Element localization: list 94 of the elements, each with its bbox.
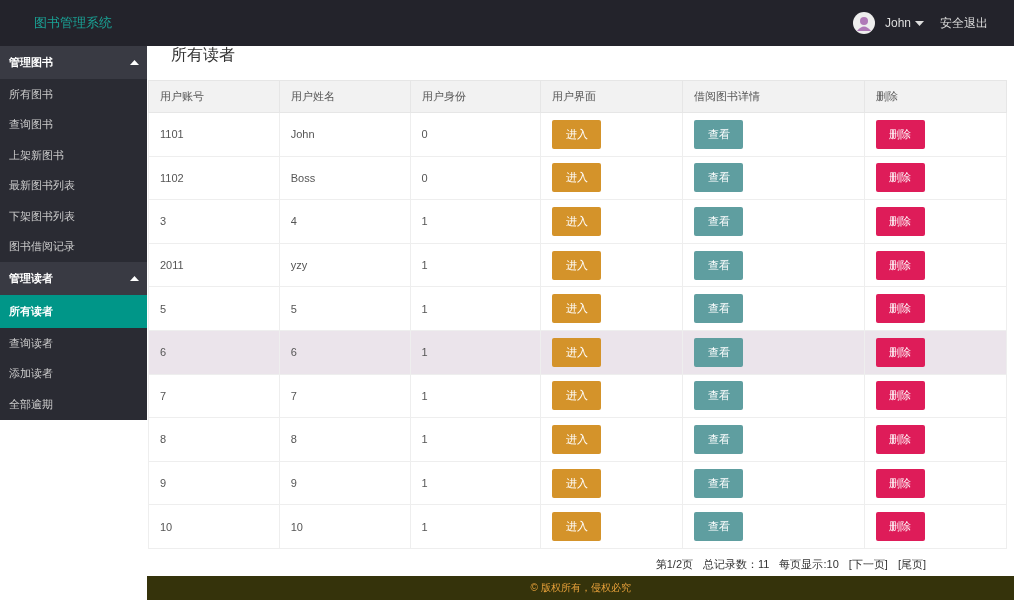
enter-button[interactable]: 进入 (552, 250, 602, 280)
enter-button[interactable]: 进入 (552, 294, 602, 324)
sidebar-item[interactable]: 下架图书列表 (0, 201, 147, 232)
user-menu[interactable]: John (884, 16, 924, 30)
table-cell: 0 (410, 156, 541, 200)
table-cell: 2011 (148, 243, 280, 287)
enter-button[interactable]: 进入 (552, 207, 602, 236)
table-cell: 10 (148, 504, 280, 549)
enter-button[interactable]: 进入 (552, 381, 602, 411)
total-count: 总记录数：11 (703, 557, 770, 572)
view-button[interactable]: 查看 (694, 381, 744, 411)
enter-button[interactable]: 进入 (552, 163, 602, 193)
column-header: 用户账号 (148, 80, 280, 113)
table-cell: 7 (279, 374, 410, 418)
app-title[interactable]: 图书管理系统 (34, 14, 112, 32)
sidebar-item[interactable]: 添加读者 (0, 358, 147, 389)
table-cell: 1 (410, 374, 541, 418)
sidebar-item[interactable]: 查询图书 (0, 109, 147, 140)
sidebar-item[interactable]: 图书借阅记录 (0, 231, 147, 262)
enter-button[interactable]: 进入 (552, 468, 602, 498)
delete-button[interactable]: 删除 (875, 207, 925, 236)
delete-button[interactable]: 删除 (875, 381, 925, 411)
delete-button[interactable]: 删除 (875, 337, 925, 367)
table-cell: 5 (148, 286, 280, 331)
view-button[interactable]: 查看 (694, 250, 744, 280)
table-cell: 7 (148, 374, 280, 418)
avatar-icon[interactable] (852, 12, 875, 34)
last-page-link[interactable]: [尾页] (897, 557, 926, 572)
table-cell: yzy (279, 243, 410, 287)
delete-button[interactable]: 删除 (875, 424, 925, 454)
delete-button[interactable]: 删除 (875, 250, 925, 280)
sidebar-item[interactable]: 上架新图书 (0, 140, 147, 171)
enter-button[interactable]: 进入 (552, 512, 602, 542)
column-header: 用户身份 (410, 80, 541, 113)
table-cell: 9 (279, 461, 410, 505)
enter-button[interactable]: 进入 (552, 119, 602, 149)
view-button[interactable]: 查看 (694, 207, 744, 236)
delete-button[interactable]: 删除 (875, 119, 925, 149)
delete-button[interactable]: 删除 (875, 468, 925, 498)
view-button[interactable]: 查看 (694, 337, 744, 367)
table-cell: 1 (410, 417, 541, 462)
table-cell: 1 (410, 504, 541, 549)
menu-group-label: 管理图书 (9, 55, 53, 70)
table-cell: Boss (279, 156, 410, 200)
copyright-text: © 版权所有，侵权必究 (530, 581, 631, 595)
sidebar-item[interactable]: 所有图书 (0, 79, 147, 110)
table-cell: 8 (279, 417, 410, 462)
delete-button[interactable]: 删除 (875, 294, 925, 324)
view-button[interactable]: 查看 (694, 468, 744, 498)
table-cell: John (279, 112, 410, 157)
table-cell: 1 (410, 199, 541, 244)
sidebar-item[interactable]: 所有读者 (0, 295, 147, 328)
logout-link[interactable]: 安全退出 (940, 14, 988, 32)
delete-button[interactable]: 删除 (875, 163, 925, 193)
table-cell: 1 (410, 286, 541, 331)
table-cell: 1 (410, 461, 541, 505)
view-button[interactable]: 查看 (694, 512, 744, 542)
table-cell: 8 (148, 417, 280, 462)
delete-button[interactable]: 删除 (875, 512, 925, 542)
page-indicator: 第1/2页 (655, 557, 694, 572)
table-cell: 6 (279, 330, 410, 375)
table-cell: 4 (279, 199, 410, 244)
enter-button[interactable]: 进入 (552, 337, 602, 367)
next-page-link[interactable]: [下一页] (848, 557, 888, 572)
column-header: 删除 (864, 80, 1007, 113)
column-header: 用户界面 (540, 80, 683, 113)
column-header: 借阅图书详情 (683, 80, 865, 113)
caret-icon (130, 60, 139, 65)
table-cell: 9 (148, 461, 280, 505)
column-header: 用户姓名 (279, 80, 410, 113)
table-cell: 1102 (148, 156, 280, 200)
page-title: 所有读者 (169, 46, 237, 64)
table-cell: 0 (410, 112, 541, 157)
sidebar-item[interactable]: 查询读者 (0, 328, 147, 359)
table-cell: 5 (279, 286, 410, 331)
table-cell: 1 (410, 243, 541, 287)
table-cell: 1101 (148, 112, 280, 157)
view-button[interactable]: 查看 (694, 163, 744, 193)
caret-icon (915, 20, 924, 26)
menu-group-header[interactable]: 管理图书 (0, 46, 147, 79)
page-size: 每页显示:10 (779, 557, 839, 572)
table-cell: 6 (148, 330, 280, 375)
enter-button[interactable]: 进入 (552, 424, 602, 454)
caret-icon (130, 276, 139, 281)
sidebar-item[interactable]: 全部逾期 (0, 389, 147, 420)
view-button[interactable]: 查看 (694, 424, 744, 454)
table-cell: 10 (279, 504, 410, 549)
table-cell: 1 (410, 330, 541, 375)
view-button[interactable]: 查看 (694, 119, 744, 149)
menu-group-header[interactable]: 管理读者 (0, 262, 147, 295)
menu-group-label: 管理读者 (9, 271, 53, 286)
view-button[interactable]: 查看 (694, 294, 744, 324)
table-cell: 3 (148, 199, 280, 244)
sidebar-item[interactable]: 最新图书列表 (0, 170, 147, 201)
